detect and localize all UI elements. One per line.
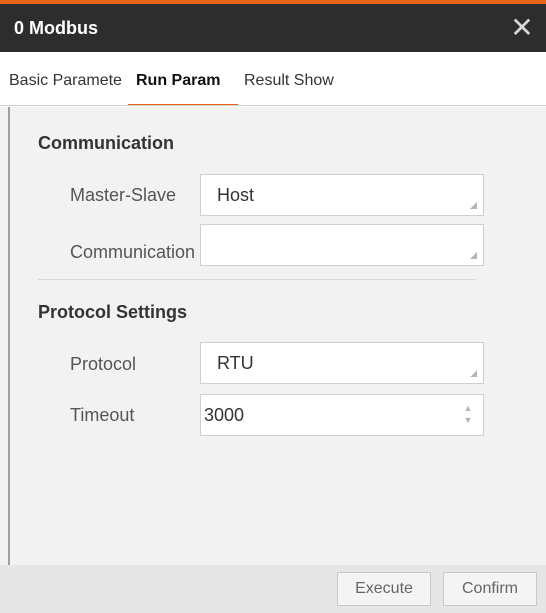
dropdown-corner-icon — [470, 202, 477, 209]
close-icon[interactable]: ✕ — [504, 4, 540, 52]
tab-run-param[interactable]: Run Param — [128, 52, 238, 105]
tab-basic-param[interactable]: Basic Parameters — [9, 52, 122, 105]
confirm-button[interactable]: Confirm — [443, 572, 537, 606]
master-slave-value: Host — [217, 185, 255, 205]
spinner-icon[interactable]: ▲ ▼ — [463, 402, 473, 426]
section-divider — [38, 279, 476, 280]
execute-button[interactable]: Execute — [337, 572, 431, 606]
dropdown-corner-icon — [470, 252, 477, 259]
panel-left-border — [8, 107, 10, 565]
tab-result-show[interactable]: Result Show — [244, 52, 342, 105]
title-bar: 0 Modbus ✕ — [0, 4, 546, 52]
communication-select[interactable] — [200, 224, 484, 266]
protocol-label: Protocol — [70, 354, 137, 374]
dropdown-corner-icon — [470, 370, 477, 377]
protocol-settings-section-title: Protocol Settings — [38, 302, 188, 322]
dialog-footer: Execute Confirm — [0, 565, 546, 613]
communication-label: Communication — [70, 242, 196, 262]
timeout-label: Timeout — [70, 405, 135, 425]
communication-section-title: Communication — [38, 133, 175, 153]
timeout-value: 3000 — [204, 405, 245, 425]
master-slave-select[interactable]: Host — [200, 174, 484, 216]
protocol-select[interactable]: RTU — [200, 342, 484, 384]
window-title: 0 Modbus — [14, 18, 98, 38]
protocol-value: RTU — [217, 353, 254, 373]
run-param-panel: Communication Master-Slave Host Communic… — [0, 107, 546, 565]
tab-bar: Basic Parameters Run Param Result Show — [0, 52, 546, 106]
master-slave-label: Master-Slave — [70, 185, 177, 205]
timeout-stepper[interactable]: 3000 ▲ ▼ — [200, 394, 484, 436]
